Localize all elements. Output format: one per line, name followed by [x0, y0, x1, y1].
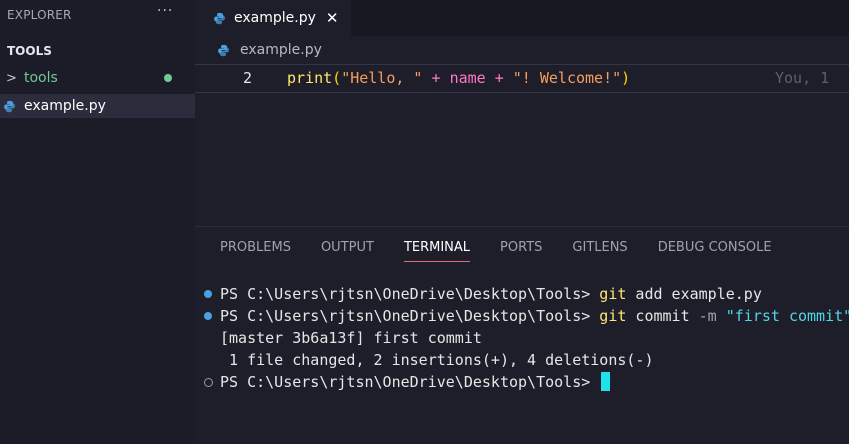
breadcrumb-label: example.py — [240, 42, 322, 58]
tab-label: example.py — [234, 10, 316, 26]
command-success-icon[interactable] — [204, 290, 212, 298]
terminal-prompt: PS C:\Users\rjtsn\OneDrive\Desktop\Tools… — [220, 307, 600, 325]
terminal-output: [master 3b6a13f] first commit — [220, 329, 482, 347]
tree-item-tools-folder[interactable]: > tools — [0, 66, 195, 90]
tab-output[interactable]: OUTPUT — [321, 240, 374, 262]
code-token-paren-close: ) — [621, 69, 631, 87]
code-text[interactable]: print("Hello, " + name + "! Welcome!") — [287, 69, 630, 87]
code-line[interactable]: 2 print("Hello, " + name + "! Welcome!")… — [195, 64, 849, 93]
command-pending-icon — [204, 378, 213, 387]
code-token-variable: name — [449, 69, 486, 87]
terminal-command-args: add example.py — [626, 285, 762, 303]
code-token-function: print — [287, 69, 333, 87]
code-token-string: "Hello, " — [341, 69, 423, 87]
terminal-string: "first commit" — [716, 307, 849, 325]
python-file-icon — [3, 100, 16, 113]
chevron-right-icon: > — [6, 70, 17, 86]
terminal-output: 1 file changed, 2 insertions(+), 4 delet… — [220, 351, 654, 369]
explorer-sidebar: EXPLORER ··· TOOLS > tools example.py — [0, 0, 195, 444]
workspace-section-title[interactable]: TOOLS — [7, 44, 52, 58]
code-token-paren-open: ( — [332, 69, 342, 87]
tab-bar: example.py ✕ — [195, 0, 849, 36]
python-file-icon — [217, 44, 230, 57]
terminal-command-args: commit — [626, 307, 699, 325]
terminal-command: git — [599, 285, 627, 303]
more-actions-icon[interactable]: ··· — [157, 3, 173, 19]
terminal-prompt: PS C:\Users\rjtsn\OneDrive\Desktop\Tools… — [220, 373, 600, 391]
explorer-title: EXPLORER — [7, 8, 72, 22]
python-file-icon — [213, 12, 226, 25]
code-token-operator: + — [485, 69, 513, 87]
modified-dot-icon — [164, 74, 172, 82]
tab-terminal[interactable]: TERMINAL — [403, 240, 471, 262]
terminal-command: git — [599, 307, 627, 325]
tab-debug-console[interactable]: DEBUG CONSOLE — [658, 240, 772, 262]
terminal-flag: -m — [698, 307, 717, 325]
tab-ports[interactable]: PORTS — [500, 240, 542, 262]
code-token-operator: + — [422, 69, 450, 87]
bottom-panel: PROBLEMS OUTPUT TERMINAL PORTS GITLENS D… — [195, 226, 849, 444]
tree-item-example-py[interactable]: example.py — [0, 94, 195, 118]
terminal-cursor — [601, 372, 611, 391]
git-blame-annotation: You, 1 — [775, 69, 830, 87]
tab-example-py[interactable]: example.py ✕ — [195, 0, 351, 36]
terminal[interactable]: PS C:\Users\rjtsn\OneDrive\Desktop\Tools… — [195, 283, 849, 393]
close-icon[interactable]: ✕ — [326, 9, 339, 27]
terminal-line: PS C:\Users\rjtsn\OneDrive\Desktop\Tools… — [195, 305, 849, 327]
editor-area: example.py ✕ example.py 2 print("Hello, … — [195, 0, 849, 226]
panel-tabs: PROBLEMS OUTPUT TERMINAL PORTS GITLENS D… — [220, 240, 802, 262]
breadcrumb[interactable]: example.py — [217, 42, 322, 58]
terminal-prompt: PS C:\Users\rjtsn\OneDrive\Desktop\Tools… — [220, 285, 600, 303]
code-token-string: "! Welcome!" — [512, 69, 622, 87]
tree-item-label: tools — [24, 70, 58, 86]
terminal-line: PS C:\Users\rjtsn\OneDrive\Desktop\Tools… — [195, 283, 849, 305]
terminal-line: PS C:\Users\rjtsn\OneDrive\Desktop\Tools… — [195, 371, 849, 393]
tab-problems[interactable]: PROBLEMS — [220, 240, 291, 262]
tab-gitlens[interactable]: GITLENS — [572, 240, 627, 262]
line-number: 2 — [243, 69, 253, 87]
command-success-icon[interactable] — [204, 312, 212, 320]
tree-item-label: example.py — [24, 98, 106, 114]
